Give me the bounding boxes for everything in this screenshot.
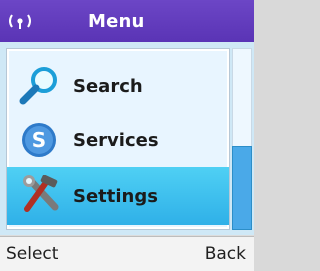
tools-icon [17,174,61,215]
menu-panel: Search S Services Settings [6,48,230,230]
menu-item-services[interactable]: S Services [7,113,229,167]
softkey-bar: Select Back [0,236,254,271]
menu-item-label: Search [73,75,143,97]
select-softkey[interactable]: Select [6,244,58,264]
menu-item-label: Services [73,129,159,151]
title-bar: Menu [0,0,254,42]
signal-icon [0,0,40,42]
menu-item-settings[interactable]: Settings [7,167,229,225]
magnifier-icon [17,66,61,106]
side-panel [232,48,252,148]
services-icon: S [17,120,61,160]
back-softkey[interactable]: Back [205,244,246,264]
menu-item-search[interactable]: Search [7,59,229,113]
phone-screen: Menu Search S Services Settings Select B… [0,0,254,271]
svg-text:S: S [32,128,46,152]
side-panel-highlight [232,146,252,230]
page-title: Menu [88,10,145,32]
menu-area: Search S Services Settings [0,42,254,235]
menu-item-label: Settings [73,185,158,207]
